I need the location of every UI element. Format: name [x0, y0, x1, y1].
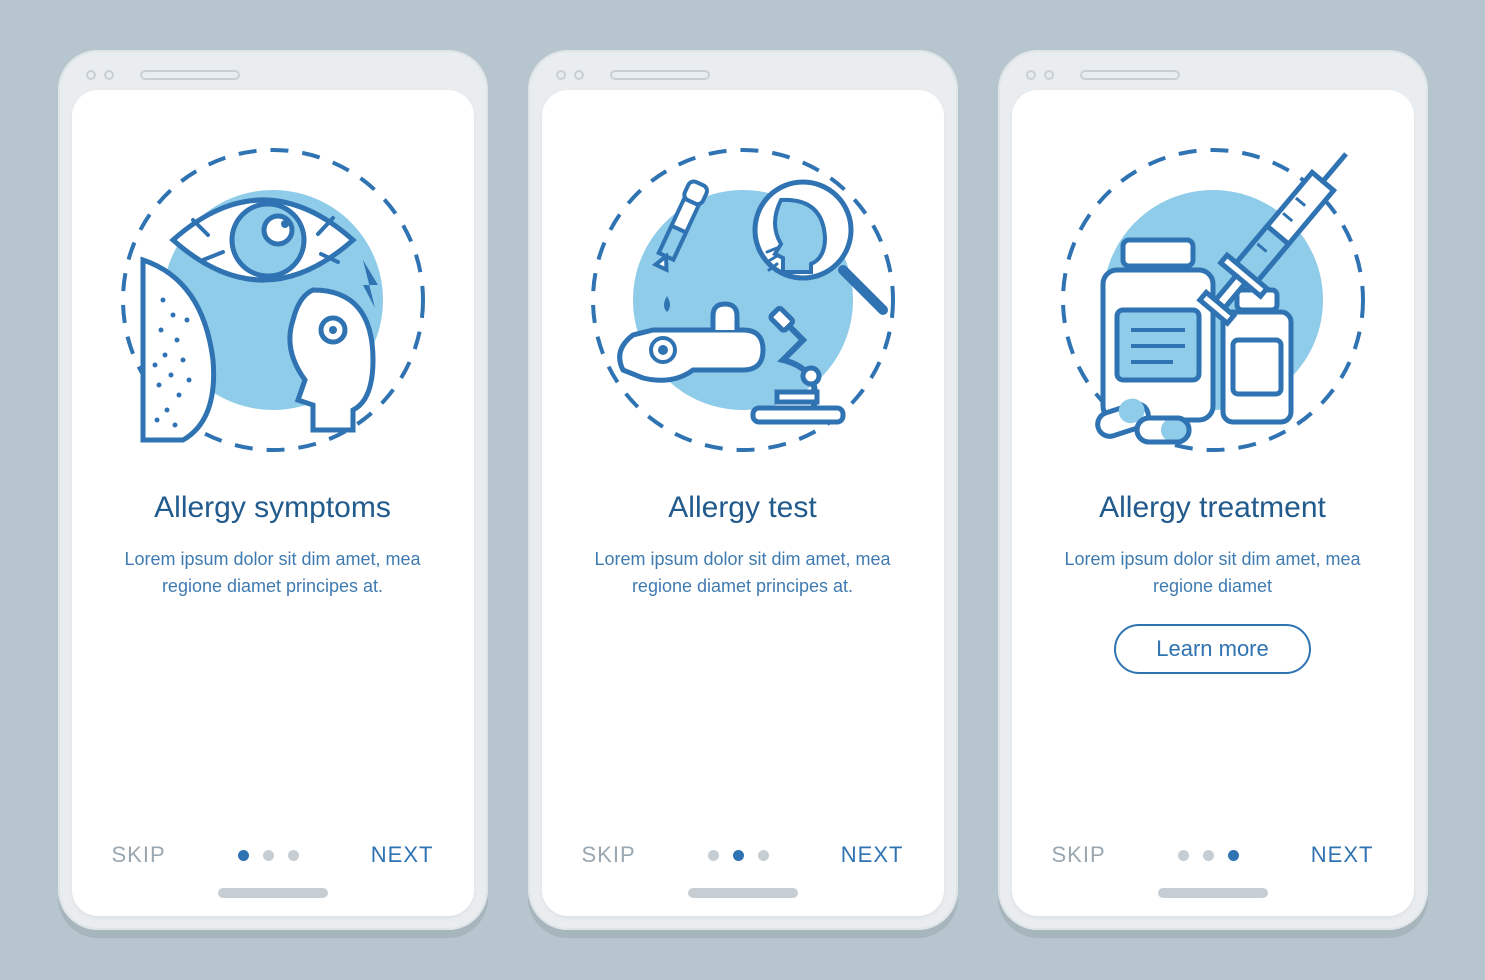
pager-dot[interactable]: [733, 850, 744, 861]
phone-frame: Allergy test Lorem ipsum dolor sit dim a…: [528, 50, 958, 930]
onboarding-nav: SKIP NEXT: [102, 842, 444, 874]
screen-title: Allergy symptoms: [154, 490, 391, 526]
pager-dot[interactable]: [288, 850, 299, 861]
next-button[interactable]: NEXT: [1311, 842, 1374, 868]
phone-frame: Allergy symptoms Lorem ipsum dolor sit d…: [58, 50, 488, 930]
phone-notch: [72, 64, 474, 90]
test-illustration-icon: [583, 140, 903, 460]
learn-more-button[interactable]: Learn more: [1114, 624, 1311, 674]
onboarding-screen-3: Allergy treatment Lorem ipsum dolor sit …: [1012, 90, 1414, 916]
page-indicator: [238, 850, 299, 861]
onboarding-screen-1: Allergy symptoms Lorem ipsum dolor sit d…: [72, 90, 474, 916]
skip-button[interactable]: SKIP: [582, 842, 636, 868]
home-indicator: [1158, 888, 1268, 898]
screen-body: Lorem ipsum dolor sit dim amet, mea regi…: [1053, 546, 1373, 600]
skip-button[interactable]: SKIP: [112, 842, 166, 868]
pager-dot[interactable]: [758, 850, 769, 861]
pager-dot[interactable]: [1203, 850, 1214, 861]
home-indicator: [688, 888, 798, 898]
treatment-illustration-icon: [1053, 140, 1373, 460]
page-indicator: [1178, 850, 1239, 861]
onboarding-nav: SKIP NEXT: [572, 842, 914, 874]
phone-notch: [1012, 64, 1414, 90]
pager-dot[interactable]: [1178, 850, 1189, 861]
skip-button[interactable]: SKIP: [1052, 842, 1106, 868]
screen-title: Allergy treatment: [1099, 490, 1326, 526]
pager-dot[interactable]: [708, 850, 719, 861]
phone-notch: [542, 64, 944, 90]
onboarding-nav: SKIP NEXT: [1042, 842, 1384, 874]
screen-body: Lorem ipsum dolor sit dim amet, mea regi…: [113, 546, 433, 600]
screen-title: Allergy test: [668, 490, 816, 526]
page-indicator: [708, 850, 769, 861]
pager-dot[interactable]: [1228, 850, 1239, 861]
symptoms-illustration-icon: [113, 140, 433, 460]
pager-dot[interactable]: [238, 850, 249, 861]
pager-dot[interactable]: [263, 850, 274, 861]
next-button[interactable]: NEXT: [371, 842, 434, 868]
home-indicator: [218, 888, 328, 898]
onboarding-screen-2: Allergy test Lorem ipsum dolor sit dim a…: [542, 90, 944, 916]
phone-frame: Allergy treatment Lorem ipsum dolor sit …: [998, 50, 1428, 930]
screen-body: Lorem ipsum dolor sit dim amet, mea regi…: [583, 546, 903, 600]
next-button[interactable]: NEXT: [841, 842, 904, 868]
